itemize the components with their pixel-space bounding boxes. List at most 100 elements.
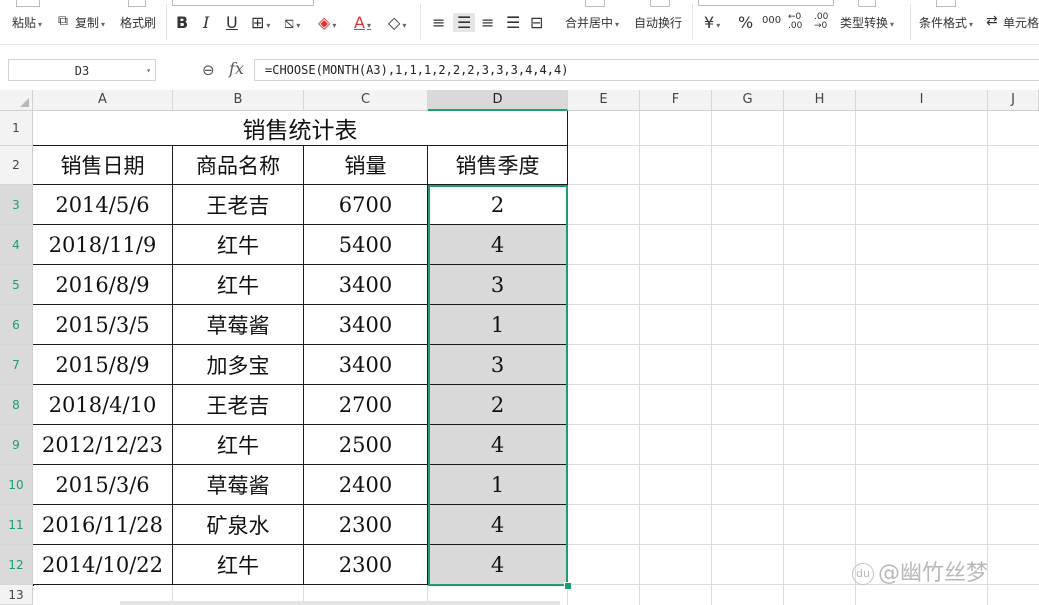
row-header-13[interactable]: 13 <box>0 585 33 605</box>
cell-product-name[interactable]: 红牛 <box>173 225 304 265</box>
sheet-title-cell[interactable]: 销售统计表 <box>33 111 568 146</box>
font-color-icon[interactable]: A ▾ <box>354 13 371 32</box>
row-header-5[interactable]: 5 <box>0 265 33 305</box>
fill-color-icon[interactable]: ◈ ▾ <box>318 13 336 32</box>
cell-product-name[interactable]: 红牛 <box>173 425 304 465</box>
row-header-1[interactable]: 1 <box>0 111 33 146</box>
formula-input[interactable]: =CHOOSE(MONTH(A3),1,1,1,2,2,2,3,3,3,4,4,… <box>254 59 1039 81</box>
row-header-4[interactable]: 4 <box>0 225 33 265</box>
fx-icon[interactable]: fx <box>229 59 244 78</box>
thousands-icon[interactable]: 000 <box>762 15 781 26</box>
merge-center-button[interactable]: 合并居中 ▾ <box>565 14 619 31</box>
percent-icon[interactable]: % <box>738 13 753 32</box>
cell-sales-quarter[interactable]: 1 <box>428 465 568 505</box>
zoom-search-icon[interactable]: ⊖ <box>202 61 215 79</box>
cell-product-name[interactable]: 红牛 <box>173 265 304 305</box>
cell-sales-quarter[interactable]: 4 <box>428 425 568 465</box>
column-header-a[interactable]: A <box>33 90 173 111</box>
column-header-b[interactable]: B <box>173 90 304 111</box>
header-cell-product-name[interactable]: 商品名称 <box>173 146 304 185</box>
row-header-10[interactable]: 10 <box>0 465 33 505</box>
cell-sales-volume[interactable]: 3400 <box>304 265 428 305</box>
cell-sales-volume[interactable]: 2500 <box>304 425 428 465</box>
format-painter-button[interactable]: 格式刷 <box>120 14 156 31</box>
cell-sales-quarter[interactable]: 4 <box>428 505 568 545</box>
cell-sales-date[interactable]: 2014/5/6 <box>33 185 173 225</box>
cell-style-button[interactable]: 单元格 <box>1003 14 1039 31</box>
row-header-12[interactable]: 12 <box>0 545 33 585</box>
cell-sales-date[interactable]: 2014/10/22 <box>33 545 173 585</box>
row-header-8[interactable]: 8 <box>0 385 33 425</box>
cell-product-name[interactable]: 王老吉 <box>173 385 304 425</box>
cell-product-name[interactable]: 王老吉 <box>173 185 304 225</box>
justify-icon[interactable]: ☰ <box>506 13 520 32</box>
cell-sales-volume[interactable]: 5400 <box>304 225 428 265</box>
chevron-down-icon[interactable]: ▾ <box>146 60 151 82</box>
cell-sales-quarter[interactable]: 3 <box>428 345 568 385</box>
cell-sales-volume[interactable]: 2700 <box>304 385 428 425</box>
align-center-icon[interactable]: ☰ <box>453 13 476 32</box>
column-header-e[interactable]: E <box>568 90 640 111</box>
cell-sales-quarter[interactable]: 1 <box>428 305 568 345</box>
cell-sales-date[interactable]: 2016/11/28 <box>33 505 173 545</box>
cell-sales-date[interactable]: 2015/3/6 <box>33 465 173 505</box>
horizontal-scrollbar[interactable] <box>120 601 560 605</box>
cell-sales-quarter[interactable]: 2 <box>428 385 568 425</box>
column-header-g[interactable]: G <box>712 90 784 111</box>
cell-sales-volume[interactable]: 3400 <box>304 345 428 385</box>
underline-button[interactable]: U <box>226 13 238 32</box>
border-icon[interactable]: ⊞ ▾ <box>251 13 270 32</box>
italic-button[interactable]: I <box>203 13 209 32</box>
column-header-h[interactable]: H <box>784 90 856 111</box>
copy-button[interactable]: 复制 ▾ <box>75 14 105 31</box>
cell-sales-date[interactable]: 2018/4/10 <box>33 385 173 425</box>
fill-handle[interactable] <box>564 582 572 590</box>
cell-sales-volume[interactable]: 6700 <box>304 185 428 225</box>
cell-sales-volume[interactable]: 3400 <box>304 305 428 345</box>
header-cell-sales-quarter[interactable]: 销售季度 <box>428 146 568 185</box>
cell-sales-volume[interactable]: 2300 <box>304 505 428 545</box>
cell-product-name[interactable]: 草莓酱 <box>173 305 304 345</box>
cell-sales-volume[interactable]: 2300 <box>304 545 428 585</box>
header-cell-sales-volume[interactable]: 销量 <box>304 146 428 185</box>
cell-sales-quarter[interactable]: 4 <box>428 225 568 265</box>
cell-sales-date[interactable]: 2016/8/9 <box>33 265 173 305</box>
row-header-2[interactable]: 2 <box>0 146 33 185</box>
distribute-icon[interactable]: ⊟ <box>530 13 543 32</box>
align-right-icon[interactable]: ≡ <box>481 13 494 32</box>
column-header-f[interactable]: F <box>640 90 712 111</box>
align-left-icon[interactable]: ≡ <box>432 13 445 32</box>
bold-button[interactable]: B <box>176 13 188 32</box>
column-header-i[interactable]: I <box>856 90 988 111</box>
type-convert-button[interactable]: 类型转换 ▾ <box>840 14 894 31</box>
name-box[interactable]: D3 ▾ <box>8 59 156 81</box>
cell-sales-quarter[interactable]: 4 <box>428 545 568 585</box>
eraser-icon[interactable]: ◇ ▾ <box>388 13 406 32</box>
row-header-11[interactable]: 11 <box>0 505 33 545</box>
cell-sales-quarter[interactable]: 2 <box>428 185 568 225</box>
conditional-format-button[interactable]: 条件格式 ▾ <box>919 14 973 31</box>
cell-product-name[interactable]: 红牛 <box>173 545 304 585</box>
row-header-7[interactable]: 7 <box>0 345 33 385</box>
paste-button[interactable]: 粘贴 ▾ <box>12 14 42 31</box>
row-header-3[interactable]: 3 <box>0 185 33 225</box>
cell-sales-date[interactable]: 2015/3/5 <box>33 305 173 345</box>
cell-sales-date[interactable]: 2012/12/23 <box>33 425 173 465</box>
column-header-d[interactable]: D <box>428 90 568 111</box>
fill-style-icon[interactable]: ⧅ ▾ <box>284 13 300 33</box>
cell-product-name[interactable]: 草莓酱 <box>173 465 304 505</box>
header-cell-sales-date[interactable]: 销售日期 <box>33 146 173 185</box>
cell-sales-volume[interactable]: 2400 <box>304 465 428 505</box>
decimal-decrease-icon[interactable]: .00 →0 <box>814 13 830 31</box>
decimal-increase-icon[interactable]: ←0 .00 <box>788 13 804 31</box>
wrap-text-button[interactable]: 自动换行 <box>634 14 682 31</box>
row-header-9[interactable]: 9 <box>0 425 33 465</box>
cell-sales-date[interactable]: 2015/8/9 <box>33 345 173 385</box>
select-all-corner[interactable] <box>0 90 33 111</box>
row-header-6[interactable]: 6 <box>0 305 33 345</box>
currency-icon[interactable]: ¥ ▾ <box>704 13 720 32</box>
column-header-j[interactable]: J <box>988 90 1039 111</box>
cell-sales-quarter[interactable]: 3 <box>428 265 568 305</box>
cell-sales-date[interactable]: 2018/11/9 <box>33 225 173 265</box>
cell-product-name[interactable]: 矿泉水 <box>173 505 304 545</box>
